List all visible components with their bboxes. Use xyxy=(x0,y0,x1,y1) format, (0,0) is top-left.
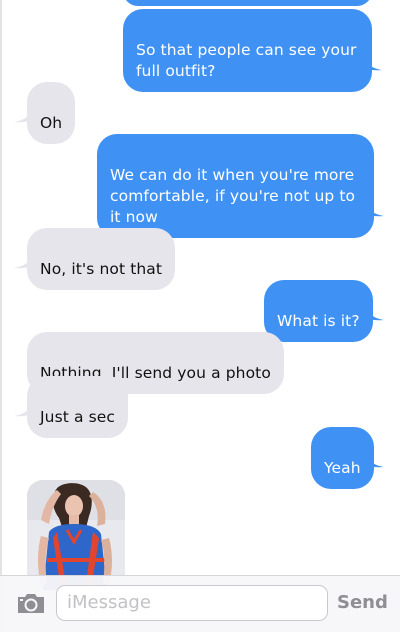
message-input[interactable]: iMessage xyxy=(56,585,328,621)
bubble-tail-received xyxy=(14,250,34,269)
message-bubble-sent: We can do it when you're more comfortabl… xyxy=(97,134,374,238)
send-button[interactable]: Send xyxy=(337,592,388,613)
bubble-tail-received xyxy=(14,398,34,417)
message-text: No, it's not that xyxy=(40,260,163,278)
photo-attachment[interactable] xyxy=(27,480,125,590)
message-bubble-cutoff xyxy=(123,0,372,6)
message-text: Oh xyxy=(40,114,63,132)
bubble-tail-sent xyxy=(364,302,384,321)
bubble-tail-sent xyxy=(364,449,384,468)
photo-thumbnail xyxy=(27,480,125,590)
message-bubble-sent: So that people can see your full outfit? xyxy=(123,9,372,92)
message-text: We can do it when you're more comfortabl… xyxy=(110,166,356,226)
bubble-tail-received xyxy=(14,104,34,123)
message-text: Yeah xyxy=(324,459,361,477)
message-bubble-received: Oh xyxy=(27,82,76,144)
message-text: Just a sec xyxy=(40,408,116,426)
compose-bar: iMessage Send xyxy=(0,575,400,632)
bubble-tail-sent xyxy=(364,198,384,217)
messages-screen: So that people can see your full outfit?… xyxy=(0,0,400,632)
left-edge-divider xyxy=(0,0,2,632)
message-bubble-received: Just a sec xyxy=(27,376,129,438)
message-text: So that people can see your full outfit? xyxy=(136,41,357,80)
message-text: What is it? xyxy=(277,312,360,330)
message-bubble-sent: What is it? xyxy=(264,280,373,342)
message-bubble-received: No, it's not that xyxy=(27,228,176,290)
message-input-placeholder: iMessage xyxy=(67,592,151,613)
camera-icon[interactable] xyxy=(15,591,47,615)
bubble-tail-sent xyxy=(362,52,382,71)
